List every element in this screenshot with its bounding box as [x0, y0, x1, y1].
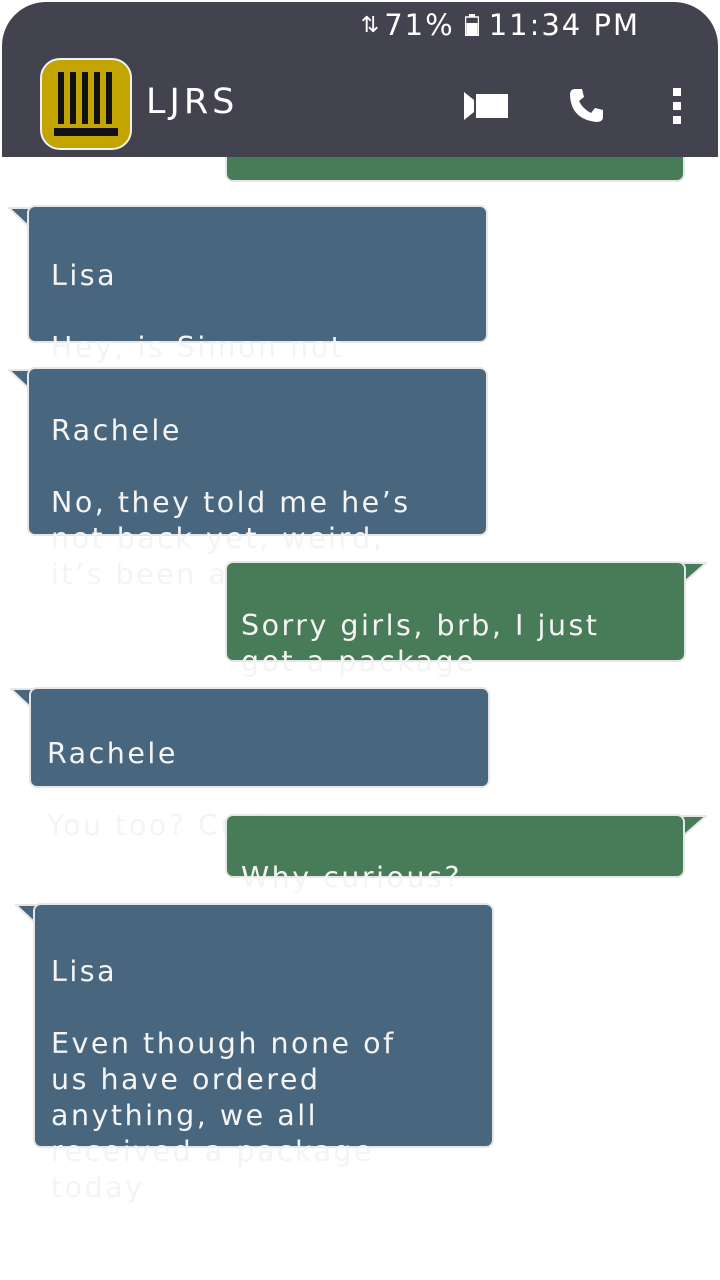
sender-name: Rachele: [47, 737, 178, 770]
message-bubble-outgoing[interactable]: Why curious?: [225, 814, 685, 894]
chat-title: LJRS: [146, 82, 239, 122]
app-header: ⇅ 71% 11:34 PM LJRS: [2, 2, 718, 157]
message-bubble-incoming[interactable]: Lisa Hey, is Simon not back yet?: [27, 205, 488, 400]
data-arrows-icon: ⇅: [360, 12, 380, 38]
status-bar: ⇅ 71% 11:34 PM: [361, 8, 640, 42]
message-bubble-incoming[interactable]: Rachele You too? Curious: [29, 687, 490, 842]
message-bubble-incoming[interactable]: Lisa Even though none of us have ordered…: [33, 903, 494, 1204]
sender-name: Lisa: [51, 955, 118, 988]
battery-icon: [464, 14, 479, 36]
avatar[interactable]: [40, 58, 132, 150]
message-text: Sorry girls, brb, I just got a package: [241, 609, 600, 678]
message-text: Why curious?: [241, 861, 463, 894]
message-bubble-incoming[interactable]: Rachele No, they told me he’s not back y…: [27, 367, 488, 591]
clock: 11:34 PM: [488, 8, 640, 42]
sender-name: Lisa: [51, 259, 118, 292]
phone-icon[interactable]: [568, 86, 606, 124]
sender-name: Rachele: [51, 414, 182, 447]
message-text: Even though none of us have ordered anyt…: [51, 1027, 396, 1204]
message-bubble-outgoing[interactable]: Sorry girls, brb, I just got a package: [225, 561, 686, 678]
battery-level: 71%: [384, 8, 455, 42]
bars-logo-icon: [54, 72, 118, 136]
video-camera-icon[interactable]: [464, 90, 508, 122]
more-vert-icon[interactable]: [670, 88, 684, 124]
